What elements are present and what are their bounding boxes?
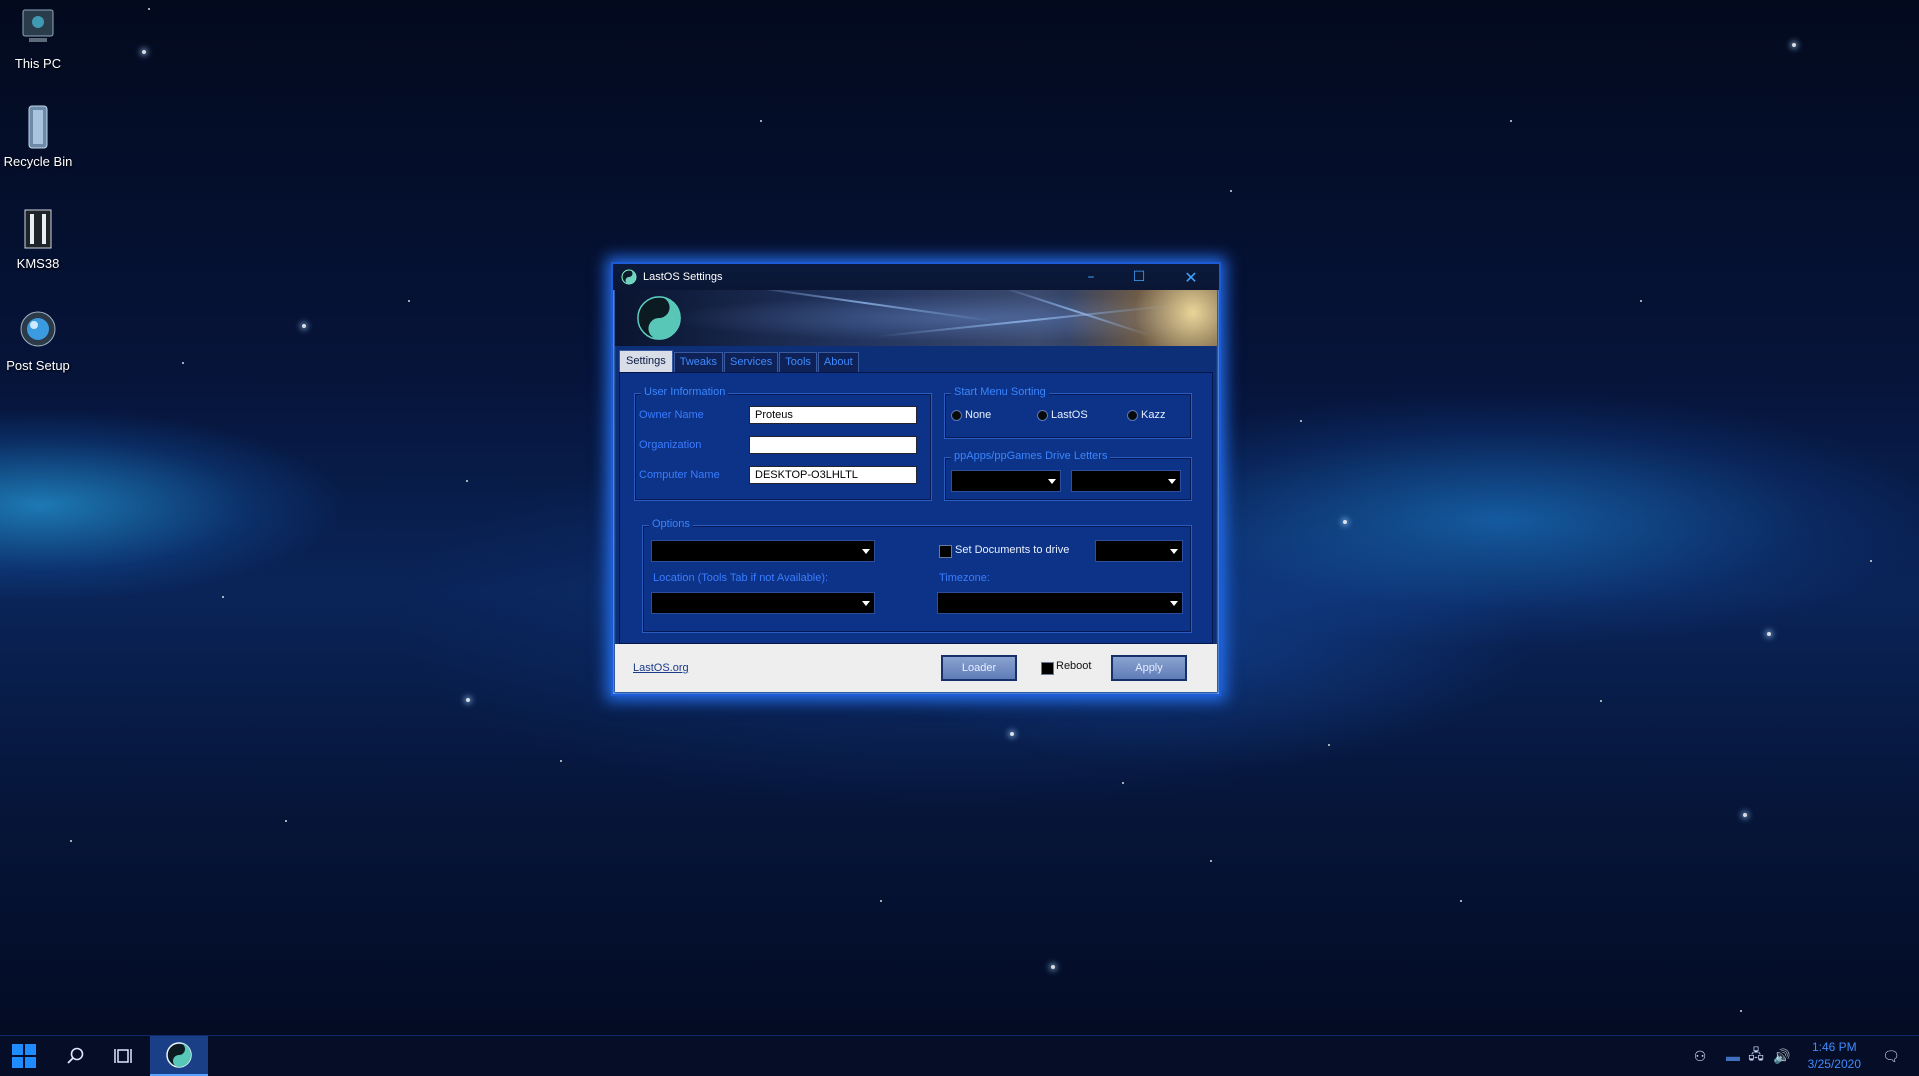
- desktop-icon-post-setup[interactable]: Post Setup: [0, 308, 76, 374]
- radio-none[interactable]: [951, 410, 962, 421]
- group-title: Start Menu Sorting: [951, 386, 1049, 398]
- tab-settings[interactable]: Settings: [619, 350, 673, 372]
- clock[interactable]: 1:46 PM 3/25/2020: [1808, 1039, 1861, 1073]
- chevron-down-icon: [1048, 479, 1056, 484]
- network-icon: 🖧: [1748, 1046, 1764, 1062]
- chevron-down-icon: [1170, 601, 1178, 606]
- yin-yang-logo-icon: [637, 296, 681, 340]
- people-icon: ⚇: [1693, 1047, 1707, 1064]
- start-menu-sorting-group: Start Menu Sorting None LastOS Kazz: [944, 386, 1192, 439]
- tab-about[interactable]: About: [817, 352, 859, 372]
- close-icon: ✕: [1184, 267, 1198, 287]
- volume-button[interactable]: 🔊: [1770, 1036, 1794, 1076]
- taskbar: ⚇ ▬ 🖧 🔊 1:46 PM 3/25/2020 🗨: [0, 1035, 1919, 1076]
- set-documents-checkbox[interactable]: [939, 545, 952, 558]
- reboot-checkbox[interactable]: [1041, 662, 1054, 675]
- task-view-button[interactable]: [100, 1036, 148, 1076]
- tab-services[interactable]: Services: [724, 352, 779, 372]
- yin-yang-icon: [621, 269, 637, 285]
- maximize-button[interactable]: ☐: [1115, 264, 1163, 290]
- owner-name-label: Owner Name: [639, 409, 704, 421]
- radio-kazz[interactable]: [1127, 410, 1138, 421]
- chevron-down-icon: [862, 549, 870, 554]
- group-title: User Information: [641, 386, 729, 398]
- kms38-icon: [24, 209, 52, 249]
- clock-time: 1:46 PM: [1811, 1040, 1857, 1054]
- chevron-down-icon: [1170, 549, 1178, 554]
- taskbar-app-lastos-settings[interactable]: [150, 1036, 208, 1076]
- radio-lastos-label: LastOS: [1051, 409, 1088, 421]
- group-title: ppApps/ppGames Drive Letters: [951, 450, 1111, 462]
- radio-kazz-label: Kazz: [1141, 409, 1166, 421]
- start-button[interactable]: [0, 1036, 48, 1076]
- drive-letters-group: ppApps/ppGames Drive Letters: [944, 450, 1192, 501]
- chevron-down-icon: [1168, 479, 1176, 484]
- people-button[interactable]: ⚇: [1684, 1036, 1716, 1076]
- timezone-dropdown[interactable]: [937, 592, 1183, 614]
- chevron-down-icon: [862, 601, 870, 606]
- desktop-icon-kms38[interactable]: KMS38: [0, 206, 76, 272]
- radio-none-label: None: [965, 409, 992, 421]
- documents-drive-dropdown[interactable]: [1095, 540, 1183, 562]
- user-information-group: User Information Owner Name Organization…: [634, 386, 932, 501]
- computer-name-field[interactable]: [749, 466, 917, 484]
- lastos-link[interactable]: LastOS.org: [633, 662, 689, 674]
- options-dropdown[interactable]: [651, 540, 875, 562]
- loader-button[interactable]: Loader: [941, 655, 1017, 681]
- window-title: LastOS Settings: [643, 271, 723, 283]
- options-group: Options Set Documents to drive Location …: [642, 518, 1192, 633]
- clock-date: 3/25/2020: [1807, 1057, 1861, 1071]
- close-button[interactable]: ✕: [1167, 264, 1215, 290]
- maximize-icon: ☐: [1132, 269, 1146, 285]
- post-setup-icon: [20, 311, 56, 347]
- location-label: Location (Tools Tab if not Available):: [653, 572, 829, 584]
- window-footer: LastOS.org Loader Reboot Apply: [615, 644, 1217, 692]
- tray-chevron-icon: ▬: [1726, 1048, 1740, 1064]
- apply-button[interactable]: Apply: [1111, 655, 1187, 681]
- windows-logo-icon: [12, 1044, 36, 1068]
- yin-yang-icon: [166, 1042, 192, 1068]
- ppapps-drive-dropdown[interactable]: [951, 470, 1061, 492]
- desktop-icon-this-pc[interactable]: This PC: [0, 6, 76, 72]
- notification-icon: 🗨: [1882, 1047, 1900, 1064]
- desktop-icon-label: This PC: [14, 56, 62, 71]
- header-banner: [615, 290, 1217, 346]
- network-button[interactable]: 🖧: [1744, 1036, 1768, 1076]
- task-view-icon: [114, 1049, 132, 1063]
- desktop-icon-label: Recycle Bin: [3, 154, 73, 169]
- tab-tweaks[interactable]: Tweaks: [673, 352, 724, 372]
- minimize-icon: –: [1087, 269, 1095, 285]
- search-button[interactable]: [52, 1036, 100, 1076]
- set-documents-label: Set Documents to drive: [955, 544, 1070, 556]
- group-title: Options: [649, 518, 693, 530]
- timezone-label: Timezone:: [939, 572, 990, 584]
- computer-name-label: Computer Name: [639, 469, 720, 481]
- desktop-icon-label: KMS38: [16, 256, 60, 271]
- owner-name-field[interactable]: [749, 406, 917, 424]
- minimize-button[interactable]: –: [1067, 264, 1115, 290]
- action-center-button[interactable]: 🗨: [1873, 1036, 1909, 1076]
- lastos-settings-window: LastOS Settings – ☐ ✕ Settings Tweaks Se…: [611, 262, 1221, 696]
- title-bar[interactable]: LastOS Settings – ☐ ✕: [613, 264, 1219, 290]
- tab-tools[interactable]: Tools: [779, 352, 817, 372]
- reboot-label: Reboot: [1056, 660, 1092, 672]
- settings-panel: User Information Owner Name Organization…: [619, 372, 1213, 644]
- radio-lastos[interactable]: [1037, 410, 1048, 421]
- monitor-icon: [22, 9, 54, 42]
- show-hidden-icons-button[interactable]: ▬: [1722, 1036, 1744, 1076]
- tab-strip: Settings Tweaks Services Tools About: [619, 350, 859, 372]
- desktop-icon-recycle-bin[interactable]: Recycle Bin: [0, 104, 76, 170]
- volume-icon: 🔊: [1773, 1047, 1791, 1064]
- recycle-bin-icon: [28, 105, 48, 149]
- desktop-icon-label: Post Setup: [6, 358, 70, 373]
- organization-label: Organization: [639, 439, 702, 451]
- location-dropdown[interactable]: [651, 592, 875, 614]
- search-icon: [67, 1047, 84, 1064]
- organization-field[interactable]: [749, 436, 917, 454]
- ppgames-drive-dropdown[interactable]: [1071, 470, 1181, 492]
